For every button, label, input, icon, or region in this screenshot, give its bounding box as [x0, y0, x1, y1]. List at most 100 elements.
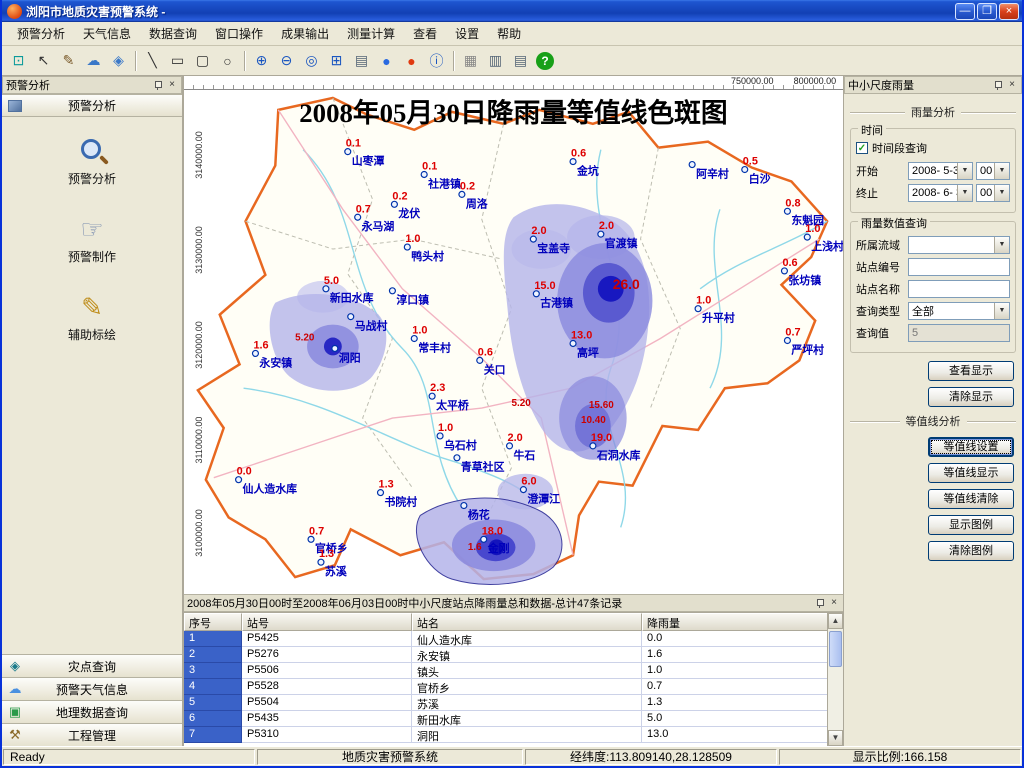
- station-id-input[interactable]: [908, 258, 1010, 276]
- station-value: 1.0: [696, 295, 711, 307]
- table-row[interactable]: 5P5504苏溪1.3: [184, 695, 827, 711]
- action-button[interactable]: 查看显示: [928, 361, 1014, 381]
- close-icon[interactable]: ×: [828, 597, 840, 609]
- station-marker[interactable]: [689, 162, 695, 168]
- chevron-down-icon[interactable]: ▼: [994, 185, 1009, 201]
- pin-icon[interactable]: [815, 598, 825, 609]
- start-date-select[interactable]: 2008- 5-30 ▼: [908, 162, 973, 180]
- station-marker[interactable]: [389, 288, 395, 294]
- pin-icon[interactable]: [153, 80, 163, 91]
- station-label: 永马湖: [361, 219, 395, 233]
- pointer-icon[interactable]: ↖: [32, 49, 55, 72]
- table-row[interactable]: 2P5276永安镇1.6: [184, 647, 827, 663]
- scrollbar-thumb[interactable]: [829, 631, 842, 667]
- rect-tool-icon[interactable]: ▭: [166, 49, 189, 72]
- menu-item[interactable]: 帮助: [488, 22, 530, 45]
- map-viewport[interactable]: 2008年05月30日降雨量等值线色斑图 山枣潭0.1社港镇0.1龙伏0.2周洛…: [184, 90, 843, 594]
- chevron-down-icon[interactable]: ▼: [994, 163, 1009, 179]
- time-range-checkbox[interactable]: ✓: [856, 142, 868, 154]
- menu-item[interactable]: 数据查询: [140, 22, 206, 45]
- menu-item[interactable]: 天气信息: [74, 22, 140, 45]
- contour-button[interactable]: 等值线设置: [928, 437, 1014, 457]
- table-row[interactable]: 7P5310洞阳13.0: [184, 727, 827, 743]
- menu-item[interactable]: 测量计算: [338, 22, 404, 45]
- table-scrollbar[interactable]: ▲ ▼: [827, 613, 843, 746]
- contour-button[interactable]: 等值线显示: [928, 463, 1014, 483]
- contour-label: 5.20: [295, 333, 315, 344]
- table-cell: 新田水库: [412, 711, 642, 727]
- zoom-out-icon[interactable]: ⊖: [275, 49, 298, 72]
- tool-item-hand[interactable]: 预警制作: [47, 213, 137, 265]
- sidebar-group-button[interactable]: ☁预警天气信息: [2, 677, 182, 700]
- layout-window-icon[interactable]: ▦: [459, 49, 482, 72]
- pan-icon[interactable]: ◎: [300, 49, 323, 72]
- end-date-select[interactable]: 2008- 6- 3 ▼: [908, 184, 973, 202]
- station-marker[interactable]: [332, 345, 338, 351]
- sidebar-group-button[interactable]: ⚒工程管理: [2, 723, 182, 746]
- action-button[interactable]: 清除显示: [928, 387, 1014, 407]
- map-svg[interactable]: 2008年05月30日降雨量等值线色斑图 山枣潭0.1社港镇0.1龙伏0.2周洛…: [184, 90, 843, 594]
- pen-tool-icon[interactable]: ✎: [57, 49, 80, 72]
- contour-button[interactable]: 显示图例: [928, 515, 1014, 535]
- chevron-down-icon[interactable]: ▼: [994, 303, 1009, 319]
- print-preview-icon[interactable]: ▤: [509, 49, 532, 72]
- left-panel-group-header[interactable]: 预警分析: [2, 94, 182, 117]
- station-name-input[interactable]: [908, 280, 1010, 298]
- menu-item[interactable]: 成果输出: [272, 22, 338, 45]
- chevron-down-icon[interactable]: ▼: [957, 185, 972, 201]
- menu-item[interactable]: 窗口操作: [206, 22, 272, 45]
- table-row[interactable]: 1P5425仙人造水库0.0: [184, 631, 827, 647]
- ellipse-tool-icon[interactable]: ○: [216, 49, 239, 72]
- table-column-header[interactable]: 序号: [184, 613, 242, 631]
- table-row[interactable]: 6P5435新田水库5.0: [184, 711, 827, 727]
- maximize-button[interactable]: ❐: [977, 3, 997, 20]
- start-hour-select[interactable]: 00 ▼: [976, 162, 1010, 180]
- table-column-header[interactable]: 降雨量: [642, 613, 832, 631]
- station-marker[interactable]: [348, 314, 354, 320]
- menu-item[interactable]: 设置: [446, 22, 488, 45]
- tool-item-magnifier[interactable]: 预警分析: [47, 135, 137, 187]
- sidebar-group-button[interactable]: ▣地理数据查询: [2, 700, 182, 723]
- contour-button[interactable]: 清除图例: [928, 541, 1014, 561]
- station-data-table[interactable]: 序号站号站名降雨量 1P5425仙人造水库0.02P5276永安镇1.63P55…: [184, 613, 827, 746]
- sidebar-group-button[interactable]: ◈灾点查询: [2, 654, 182, 677]
- tool-item-pencil[interactable]: 辅助标绘: [47, 291, 137, 343]
- globe-icon[interactable]: ●: [375, 49, 398, 72]
- close-icon[interactable]: ×: [166, 79, 178, 91]
- scroll-down-icon[interactable]: ▼: [828, 730, 843, 746]
- minimize-button[interactable]: —: [955, 3, 975, 20]
- roundrect-tool-icon[interactable]: ▢: [191, 49, 214, 72]
- end-hour-select[interactable]: 00 ▼: [976, 184, 1010, 202]
- basin-select[interactable]: ▼: [908, 236, 1010, 254]
- flash-icon[interactable]: ◈: [107, 49, 130, 72]
- station-marker[interactable]: [461, 503, 467, 509]
- menu-item[interactable]: 查看: [404, 22, 446, 45]
- help-icon[interactable]: ?: [536, 52, 554, 70]
- menu-item[interactable]: 预警分析: [8, 22, 74, 45]
- cloud-icon[interactable]: ☁: [82, 49, 105, 72]
- pin-icon[interactable]: [993, 80, 1003, 91]
- table-row[interactable]: 3P5506镇头1.0: [184, 663, 827, 679]
- scrollbar-track[interactable]: [828, 629, 843, 730]
- table-column-header[interactable]: 站名: [412, 613, 642, 631]
- zoom-window-icon[interactable]: ⊞: [325, 49, 348, 72]
- zoom-in-icon[interactable]: ⊕: [250, 49, 273, 72]
- contour-button[interactable]: 等值线清除: [928, 489, 1014, 509]
- close-icon[interactable]: ×: [1006, 79, 1018, 91]
- export-page-icon[interactable]: ▤: [350, 49, 373, 72]
- station-value: 0.6: [478, 346, 493, 358]
- select-region-icon[interactable]: ⊡: [7, 49, 30, 72]
- chevron-down-icon[interactable]: ▼: [994, 237, 1009, 253]
- query-type-select[interactable]: 全部 ▼: [908, 302, 1010, 320]
- table-column-header[interactable]: 站号: [242, 613, 412, 631]
- station-marker[interactable]: [454, 455, 460, 461]
- query-value-input[interactable]: 5: [908, 324, 1010, 342]
- chevron-down-icon[interactable]: ▼: [957, 163, 972, 179]
- record-icon[interactable]: ●: [400, 49, 423, 72]
- print-icon[interactable]: ▥: [484, 49, 507, 72]
- close-button[interactable]: ×: [999, 3, 1019, 20]
- line-tool-icon[interactable]: ╲: [141, 49, 164, 72]
- scroll-up-icon[interactable]: ▲: [828, 613, 843, 629]
- table-row[interactable]: 4P5528官桥乡0.7: [184, 679, 827, 695]
- info-icon[interactable]: ⓘ: [425, 49, 448, 72]
